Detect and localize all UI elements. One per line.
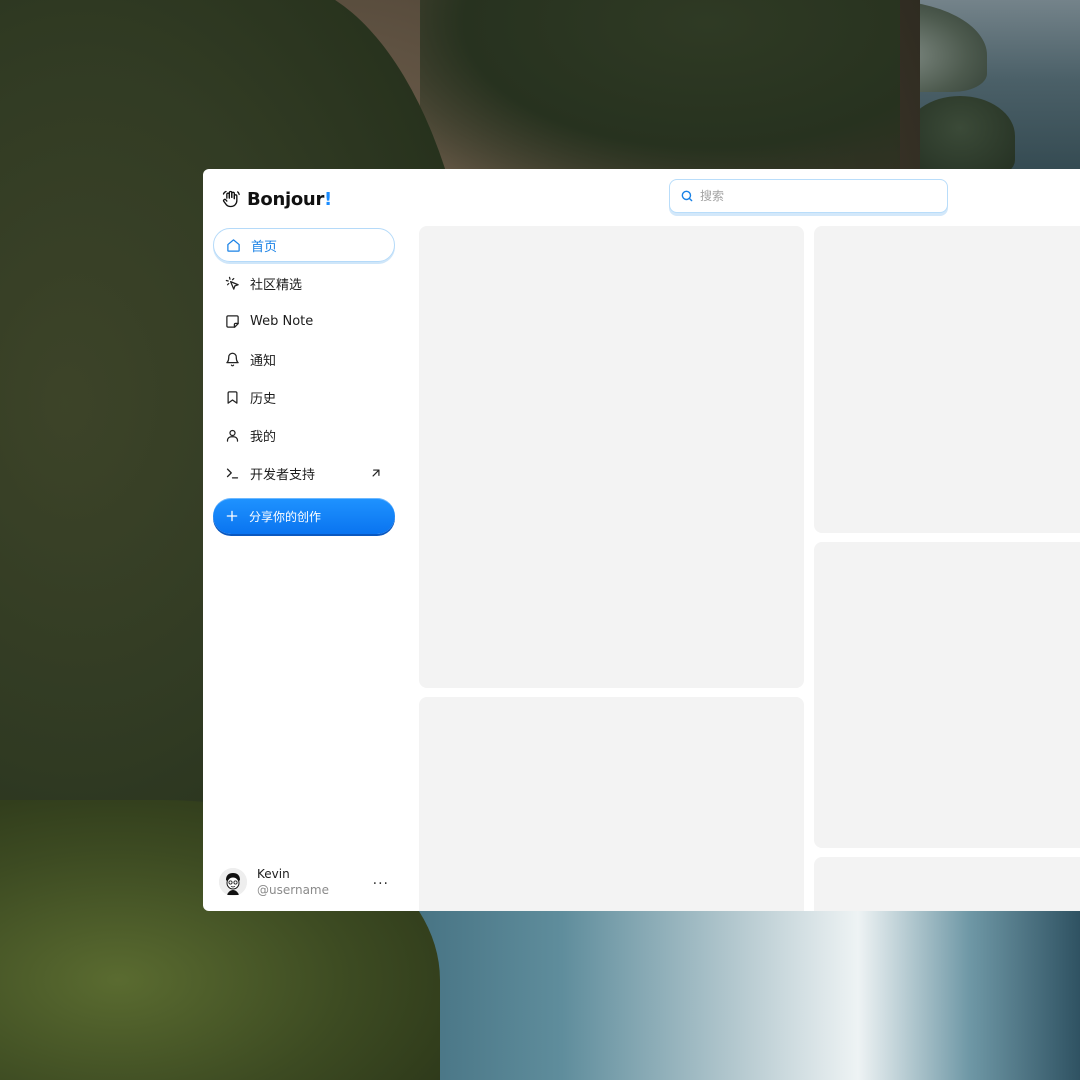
search-input[interactable] — [700, 189, 930, 203]
sidebar-item-web-note[interactable]: Web Note — [213, 304, 395, 338]
note-icon — [226, 314, 239, 328]
home-icon — [227, 238, 240, 252]
feed-placeholder-card[interactable] — [814, 542, 1080, 848]
sidebar-item-home[interactable]: 首页 — [213, 228, 395, 262]
sidebar-item-label: 历史 — [250, 391, 277, 407]
bell-icon — [226, 352, 239, 366]
cursor-click-icon — [225, 276, 239, 290]
user-profile-card[interactable]: Kevin @username ... — [219, 865, 389, 899]
feed-placeholder-card[interactable] — [814, 226, 1080, 533]
share-creation-button[interactable]: 分享你的创作 — [213, 498, 395, 534]
external-link-arrow-icon — [372, 469, 380, 477]
terminal-icon — [226, 468, 239, 478]
sidebar-item-label: 首页 — [251, 239, 278, 255]
user-icon — [226, 429, 239, 442]
avatar-face-icon — [219, 868, 247, 896]
search-icon — [681, 190, 693, 202]
sidebar-item-label: 开发者支持 — [250, 467, 316, 483]
sidebar-item-label: 我的 — [250, 429, 277, 445]
logo-text: Bonjour! — [247, 188, 332, 210]
sidebar-item-label: Web Note — [250, 313, 314, 329]
logo[interactable]: Bonjour! — [221, 187, 332, 211]
sidebar-item-developer-support[interactable]: 开发者支持 — [213, 456, 395, 490]
more-options-button[interactable]: ... — [373, 872, 389, 888]
sidebar-item-profile[interactable]: 我的 — [213, 418, 395, 452]
avatar — [219, 868, 247, 896]
sidebar-item-notifications[interactable]: 通知 — [213, 342, 395, 376]
feed-placeholder-card[interactable] — [814, 857, 1080, 911]
plus-icon — [226, 510, 238, 522]
waving-hand-icon — [222, 190, 240, 208]
app-window: Bonjour! 首页 社区精选 Web Note 通知 历史 我的 开发者支持… — [203, 169, 1080, 911]
search-bar[interactable] — [669, 179, 948, 213]
share-button-label: 分享你的创作 — [249, 509, 322, 524]
user-handle: @username — [257, 883, 329, 897]
feed-placeholder-card[interactable] — [419, 226, 804, 688]
user-info: Kevin @username — [257, 866, 329, 898]
sidebar-item-history[interactable]: 历史 — [213, 380, 395, 414]
sidebar-item-label: 社区精选 — [250, 277, 303, 293]
sidebar-nav: 首页 社区精选 Web Note 通知 历史 我的 开发者支持 分享你的创作 — [213, 228, 395, 534]
bookmark-icon — [227, 390, 238, 404]
feed-placeholder-card[interactable] — [419, 697, 804, 911]
sidebar: Bonjour! 首页 社区精选 Web Note 通知 历史 我的 开发者支持… — [203, 169, 415, 911]
sidebar-item-community[interactable]: 社区精选 — [213, 266, 395, 300]
sidebar-item-label: 通知 — [250, 353, 277, 369]
user-name: Kevin — [257, 867, 290, 881]
